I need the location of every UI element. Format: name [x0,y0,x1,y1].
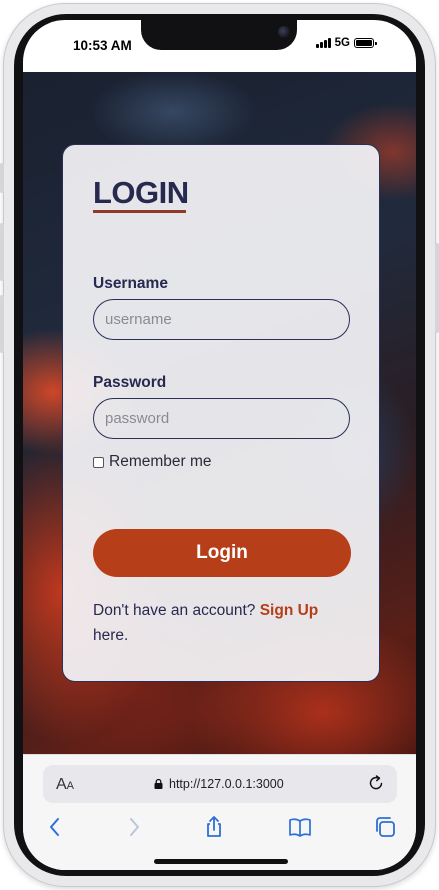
bookmarks-icon[interactable] [288,815,312,839]
front-camera [278,26,290,38]
network-type: 5G [334,37,350,49]
phone-screen: 10:53 AM 5G LOGIN Username Password Reme… [23,20,416,870]
signup-suffix-text: here. [93,627,129,644]
notch [141,20,297,50]
password-label: Password [93,374,167,391]
status-time: 10:53 AM [73,38,132,53]
username-label: Username [93,275,168,292]
tabs-icon[interactable] [373,815,397,839]
status-indicators: 5G [316,37,377,49]
remember-me-label[interactable]: Remember me [109,453,212,471]
forward-icon[interactable] [122,815,146,839]
remember-me-checkbox[interactable] [93,456,104,468]
battery-icon [354,38,377,48]
power-button [435,243,439,333]
home-indicator [154,859,288,864]
signup-link[interactable]: Sign Up [260,602,319,619]
remember-me-row[interactable]: Remember me [93,453,212,471]
cellular-signal-icon [316,38,331,48]
url-text[interactable]: http://127.0.0.1:3000 [169,777,284,791]
volume-down-button [0,295,4,353]
web-page-background: LOGIN Username Password Remember me Logi… [23,72,416,754]
browser-toolbar [23,815,416,845]
mute-switch [0,163,4,193]
address-bar[interactable]: AA http://127.0.0.1:3000 [43,765,397,803]
signup-prompt-text: Don't have an account? [93,602,256,619]
text-size-button[interactable]: AA [56,776,74,794]
back-icon[interactable] [43,815,67,839]
share-icon[interactable] [202,815,226,839]
password-input[interactable] [93,398,350,439]
reload-icon[interactable] [367,774,385,792]
browser-bottom-bar: AA http://127.0.0.1:3000 [23,754,416,870]
username-input[interactable] [93,299,350,340]
volume-up-button [0,223,4,281]
title-underline [93,210,186,213]
login-card: LOGIN Username Password Remember me Logi… [62,144,380,682]
login-button[interactable]: Login [93,529,351,577]
login-title: LOGIN [93,175,189,210]
lock-icon [154,779,163,789]
signup-prompt: Don't have an account? Sign Up here. [93,598,353,648]
